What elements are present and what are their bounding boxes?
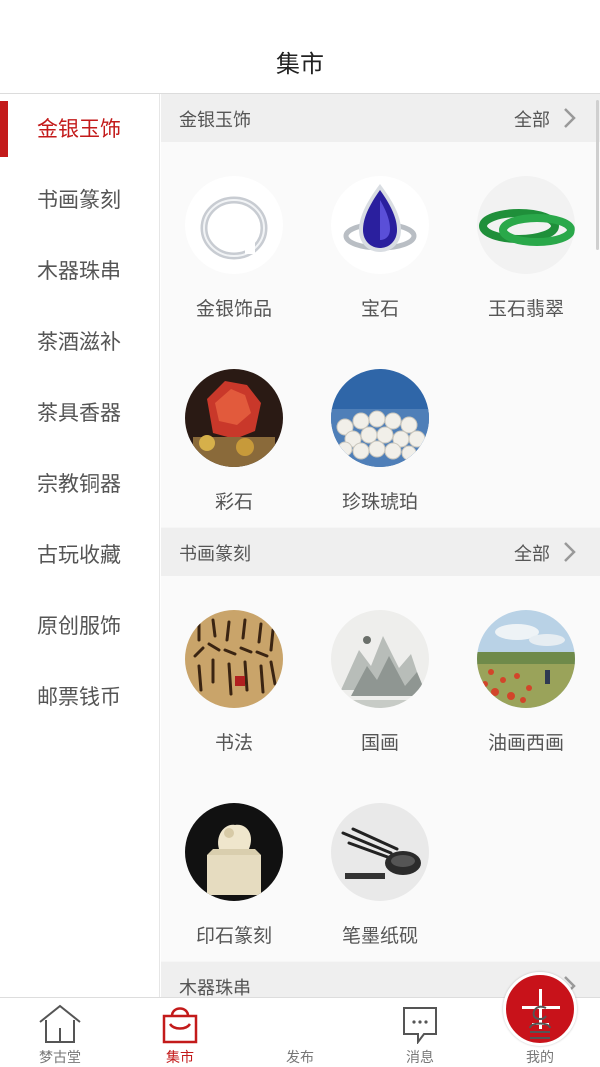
grid-item-label: 油画西画 xyxy=(487,732,564,754)
sidebar-item-jewelry[interactable]: 金银玉饰 xyxy=(0,94,159,165)
grid-item-calligraphy[interactable]: 书法 xyxy=(161,610,307,780)
sidebar-item-stamps-coins[interactable]: 邮票钱币 xyxy=(0,662,159,733)
grid-item-colored-stone[interactable]: 彩石 xyxy=(161,369,307,539)
grid-item-label: 国画 xyxy=(360,732,399,754)
section-title: 金银玉饰 xyxy=(179,110,251,131)
grid-item-label: 金银饰品 xyxy=(195,298,272,320)
section-grid: 金银饰品 宝石 玉石翡翠 彩石 珍珠琥珀 xyxy=(161,142,600,527)
grid-item-brush-inkstone[interactable]: 笔墨纸砚 xyxy=(307,803,453,973)
grid-item-jade[interactable]: 玉石翡翠 xyxy=(453,176,599,346)
seal-stone-image xyxy=(185,803,283,901)
view-all-link[interactable]: 全部 xyxy=(514,540,550,566)
scrollbar[interactable] xyxy=(596,100,599,250)
tab-label: 消息 xyxy=(406,1050,434,1066)
sidebar-item-antiques[interactable]: 古玩收藏 xyxy=(0,520,159,591)
section-header-calligraphy[interactable]: 书画篆刻 全部 xyxy=(161,528,600,576)
oil-painting-image xyxy=(477,610,575,708)
tab-label: 我的 xyxy=(526,1050,554,1066)
chinese-painting-image xyxy=(331,610,429,708)
tab-label: 集市 xyxy=(166,1050,194,1066)
home-icon xyxy=(39,1004,81,1043)
brush-inkstone-image xyxy=(331,803,429,901)
view-all-link[interactable]: 全部 xyxy=(514,106,550,132)
page-title: 集市 xyxy=(276,50,324,78)
grid-item-label: 珍珠琥珀 xyxy=(341,491,418,513)
bottom-tab-bar: 梦古堂 集市 发布 消息 我的 xyxy=(0,972,600,1067)
tab-market[interactable]: 集市 xyxy=(120,998,240,1067)
sidebar-item-calligraphy[interactable]: 书画篆刻 xyxy=(0,165,159,236)
tab-home[interactable]: 梦古堂 xyxy=(0,998,120,1067)
sidebar-item-teaware[interactable]: 茶具香器 xyxy=(0,378,159,449)
colored-stone-image xyxy=(185,369,283,467)
grid-item-oil-painting[interactable]: 油画西画 xyxy=(453,610,599,780)
category-content: 金银玉饰 全部 金银饰品 宝石 玉石翡翠 彩石 珍珠琥珀 书画篆刻 全部 书法 … xyxy=(161,94,600,997)
grid-item-gold-silver[interactable]: 金银饰品 xyxy=(161,176,307,346)
sidebar-item-religious-bronze[interactable]: 宗教铜器 xyxy=(0,449,159,520)
section-header-jewelry[interactable]: 金银玉饰 全部 xyxy=(161,94,600,142)
grid-item-label: 宝石 xyxy=(360,298,399,320)
section-grid: 书法 国画 油画西画 印石篆刻 笔墨纸砚 xyxy=(161,576,600,961)
jade-bangle-image xyxy=(477,176,575,274)
pearls-image xyxy=(331,369,429,467)
sidebar-item-original-clothing[interactable]: 原创服饰 xyxy=(0,591,159,662)
tab-label: 发布 xyxy=(286,1050,314,1066)
section-title: 木器珠串 xyxy=(179,978,251,997)
grid-item-label: 玉石翡翠 xyxy=(487,298,564,320)
sidebar-item-wood-beads[interactable]: 木器珠串 xyxy=(0,236,159,307)
market-bag-icon xyxy=(162,1007,198,1044)
silver-ring-image xyxy=(185,176,283,274)
grid-item-label: 印石篆刻 xyxy=(195,925,272,947)
tab-publish[interactable]: 发布 xyxy=(240,972,577,1067)
category-sidebar: 金银玉饰 书画篆刻 木器珠串 茶酒滋补 茶具香器 宗教铜器 古玩收藏 原创服饰 … xyxy=(0,94,160,997)
top-bar: 集市 xyxy=(0,0,600,94)
grid-item-chinese-painting[interactable]: 国画 xyxy=(307,610,453,780)
message-icon xyxy=(403,1007,437,1044)
tab-profile[interactable]: 我的 xyxy=(480,998,600,1067)
grid-item-pearls[interactable]: 珍珠琥珀 xyxy=(307,369,453,539)
chevron-right-icon xyxy=(564,108,576,128)
grid-item-gemstone[interactable]: 宝石 xyxy=(307,176,453,346)
section-title: 书画篆刻 xyxy=(179,544,251,565)
grid-item-seal-stone[interactable]: 印石篆刻 xyxy=(161,803,307,973)
grid-item-label: 彩石 xyxy=(214,491,253,513)
grid-item-label: 书法 xyxy=(214,732,253,754)
sidebar-item-tea-wine[interactable]: 茶酒滋补 xyxy=(0,307,159,378)
chevron-right-icon xyxy=(564,542,576,562)
grid-item-label: 笔墨纸砚 xyxy=(341,925,418,947)
tab-messages[interactable]: 消息 xyxy=(360,998,480,1067)
profile-icon xyxy=(529,1005,551,1039)
calligraphy-image xyxy=(185,610,283,708)
gemstone-ring-image xyxy=(331,176,429,274)
tab-label: 梦古堂 xyxy=(39,1050,81,1066)
